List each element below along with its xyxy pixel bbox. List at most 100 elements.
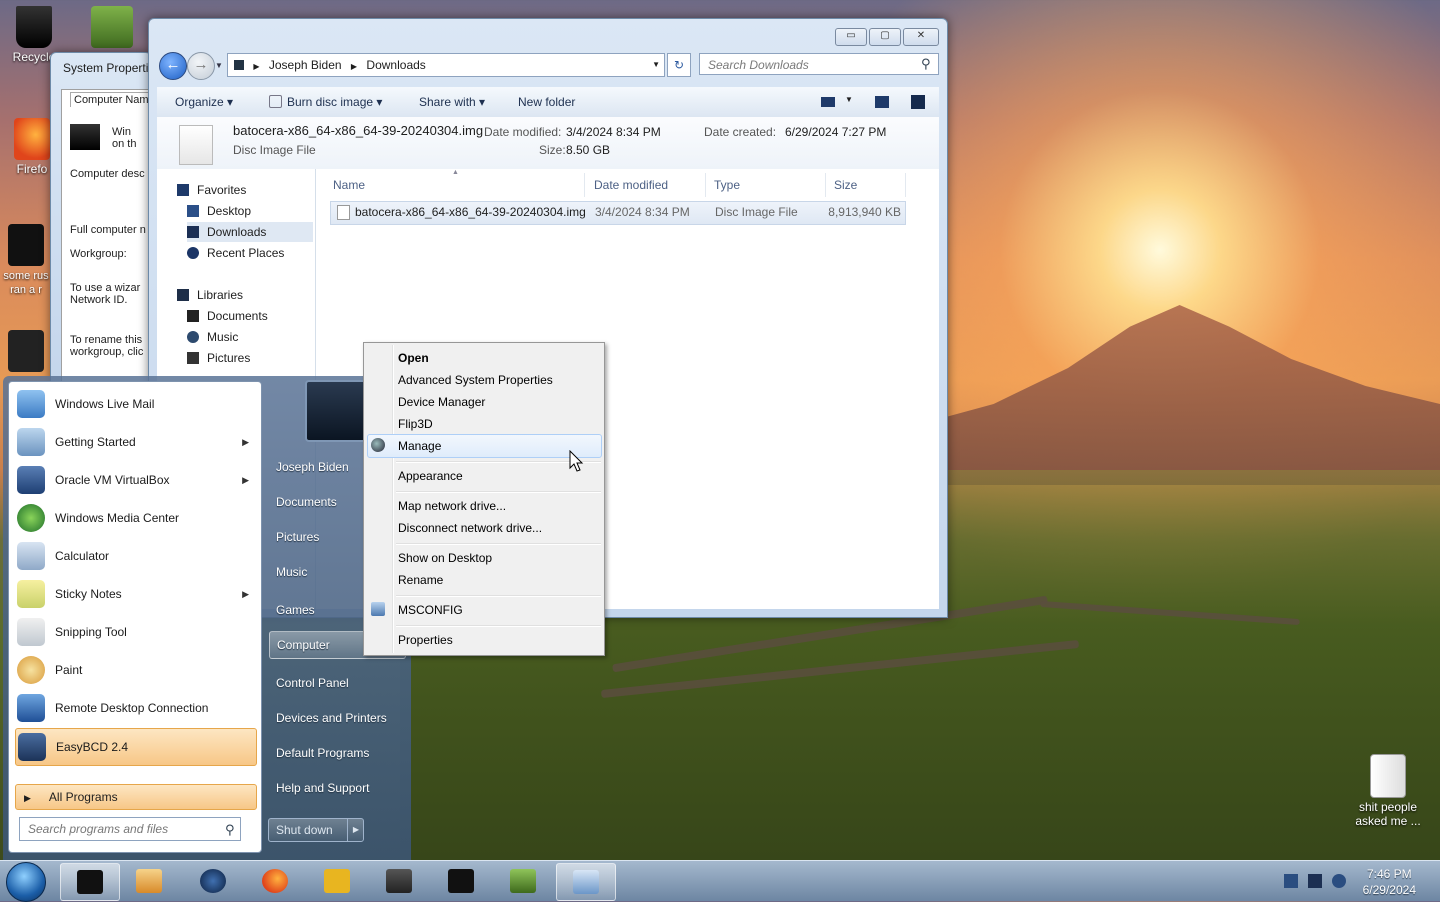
help-icon[interactable] <box>911 95 925 109</box>
taskbar-clock[interactable]: 7:46 PM 6/29/2024 <box>1363 866 1416 898</box>
shut-down-button[interactable]: Shut down ▶ <box>268 818 364 842</box>
organize-button[interactable]: Organize ▾ <box>175 87 233 117</box>
volume-icon[interactable] <box>1332 874 1346 888</box>
recent-pages-dropdown-icon[interactable]: ▼ <box>215 61 223 70</box>
taskbar-button-media-player[interactable] <box>120 863 178 899</box>
link-help-and-support[interactable]: Help and Support <box>276 781 369 795</box>
link-default-programs[interactable]: Default Programs <box>276 746 369 760</box>
menu-item-advanced-system-properties[interactable]: Advanced System Properties <box>398 373 553 387</box>
taskbar-button-globe[interactable] <box>184 863 242 899</box>
program-remote-desktop-connection[interactable]: Remote Desktop Connection <box>15 690 255 726</box>
desktop-icon-game[interactable] <box>80 6 144 50</box>
menu-item-msconfig[interactable]: MSCONFIG <box>398 603 463 617</box>
start-button[interactable] <box>6 862 46 902</box>
table-row[interactable]: batocera-x86_64-x86_64-39-20240304.img 3… <box>330 201 906 225</box>
forward-button[interactable]: → <box>187 52 215 80</box>
menu-item-show-on-desktop[interactable]: Show on Desktop <box>398 551 492 565</box>
breadcrumb-downloads[interactable]: Downloads <box>366 58 425 72</box>
nav-recent-places[interactable]: Recent Places <box>187 243 284 263</box>
menu-item-disconnect-network-drive[interactable]: Disconnect network drive... <box>398 521 542 535</box>
taskbar-button-daz[interactable] <box>308 863 366 899</box>
details-type: Disc Image File <box>233 143 316 157</box>
column-header-date-modified[interactable]: Date modified <box>586 173 706 197</box>
search-downloads-input[interactable]: Search Downloads <box>699 53 939 75</box>
link-documents[interactable]: Documents <box>276 495 337 509</box>
start-search-input[interactable]: Search programs and files <box>19 817 241 841</box>
menu-item-rename[interactable]: Rename <box>398 573 443 587</box>
taskbar-button-game[interactable] <box>494 863 552 899</box>
program-easybcd[interactable]: EasyBCD 2.4 <box>15 728 257 766</box>
desktop-icon <box>187 205 199 217</box>
link-pictures[interactable]: Pictures <box>276 530 319 544</box>
taskbar-button-system-properties[interactable] <box>556 863 616 901</box>
column-header-name[interactable]: Name <box>325 173 585 197</box>
program-windows-media-center[interactable]: Windows Media Center <box>15 500 255 536</box>
downloads-icon <box>187 226 199 238</box>
start-menu[interactable]: Windows Live Mail Getting Started ▶ Oracl… <box>3 376 411 860</box>
program-windows-live-mail[interactable]: Windows Live Mail <box>15 386 255 422</box>
back-button[interactable]: ← <box>159 52 187 80</box>
menu-item-device-manager[interactable]: Device Manager <box>398 395 485 409</box>
program-getting-started[interactable]: Getting Started ▶ <box>15 424 255 460</box>
desktop-icon-label: Recycle <box>12 50 56 64</box>
breadcrumb-joseph-biden[interactable]: Joseph Biden <box>269 58 342 72</box>
virtualbox-icon <box>17 466 45 494</box>
taskbar-button-windows[interactable] <box>370 863 428 899</box>
taskbar-button-document[interactable] <box>432 863 490 899</box>
burn-disc-image-button[interactable]: Burn disc image ▾ <box>269 87 382 117</box>
taskbar-button-terminal[interactable] <box>60 863 120 901</box>
menu-item-manage[interactable]: Manage <box>398 439 441 453</box>
program-oracle-vm-virtualbox[interactable]: Oracle VM VirtualBox ▶ <box>15 462 255 498</box>
minimize-button[interactable]: ▭ <box>835 28 867 46</box>
details-date-created: 6/29/2024 7:27 PM <box>785 125 887 139</box>
nav-pictures[interactable]: Pictures <box>187 348 250 368</box>
link-games[interactable]: Games <box>276 603 315 617</box>
menu-item-map-network-drive[interactable]: Map network drive... <box>398 499 506 513</box>
new-folder-button[interactable]: New folder <box>518 87 575 117</box>
menu-item-flip3d[interactable]: Flip3D <box>398 417 433 431</box>
sysprops-text: Win on th <box>112 126 137 150</box>
menu-item-open[interactable]: Open <box>398 351 429 365</box>
desktop-icon-shortcut[interactable]: some rus ran a r <box>0 224 52 296</box>
column-header-type[interactable]: Type <box>706 173 826 197</box>
change-view-icon[interactable] <box>821 97 835 107</box>
program-sticky-notes[interactable]: Sticky Notes ▶ <box>15 576 255 612</box>
column-header-size[interactable]: Size <box>826 173 906 197</box>
share-with-button[interactable]: Share with ▾ <box>419 87 485 117</box>
view-dropdown-icon[interactable]: ▼ <box>845 95 853 104</box>
preview-pane-icon[interactable] <box>875 96 889 108</box>
nav-favorites[interactable]: Favorites <box>177 180 246 200</box>
desktop-icon-folder[interactable] <box>0 330 52 374</box>
link-joseph-biden[interactable]: Joseph Biden <box>276 460 349 474</box>
nav-downloads[interactable]: Downloads <box>187 222 313 242</box>
system-properties-window[interactable]: System Properti Computer Name Win on th … <box>50 52 158 384</box>
nav-music[interactable]: Music <box>187 327 238 347</box>
shutdown-options-arrow-icon[interactable]: ▶ <box>346 819 359 841</box>
refresh-button[interactable]: ↻ <box>667 53 691 77</box>
close-button[interactable]: ✕ <box>903 28 939 46</box>
nav-documents[interactable]: Documents <box>187 306 268 326</box>
taskbar-button-firefox[interactable] <box>246 863 304 899</box>
nav-desktop[interactable]: Desktop <box>187 201 251 221</box>
tab-computer-name[interactable]: Computer Name <box>70 92 158 107</box>
menu-item-appearance[interactable]: Appearance <box>398 469 463 483</box>
link-control-panel[interactable]: Control Panel <box>276 676 349 690</box>
link-devices-and-printers[interactable]: Devices and Printers <box>276 711 387 725</box>
display-icon[interactable] <box>1308 874 1322 888</box>
program-paint[interactable]: Paint <box>15 652 255 688</box>
program-calculator[interactable]: Calculator <box>15 538 255 574</box>
submenu-arrow-icon: ▶ <box>242 589 249 599</box>
address-bar[interactable]: ▶ Joseph Biden ▶ Downloads ▼ <box>227 53 665 77</box>
menu-item-properties[interactable]: Properties <box>398 633 453 647</box>
all-programs-button[interactable]: ▶ All Programs <box>15 784 257 810</box>
nav-libraries[interactable]: Libraries <box>177 285 243 305</box>
program-snipping-tool[interactable]: Snipping Tool <box>15 614 255 650</box>
desktop-icon-text-file[interactable]: shit people asked me ... <box>1350 754 1426 828</box>
link-music[interactable]: Music <box>276 565 307 579</box>
network-icon[interactable] <box>1284 874 1298 888</box>
maximize-button[interactable]: ▢ <box>869 28 901 46</box>
calculator-icon <box>17 542 45 570</box>
context-menu[interactable]: Open Advanced System Properties Device M… <box>363 342 605 656</box>
mouse-cursor-icon <box>569 450 584 472</box>
address-dropdown-icon[interactable]: ▼ <box>652 54 660 76</box>
